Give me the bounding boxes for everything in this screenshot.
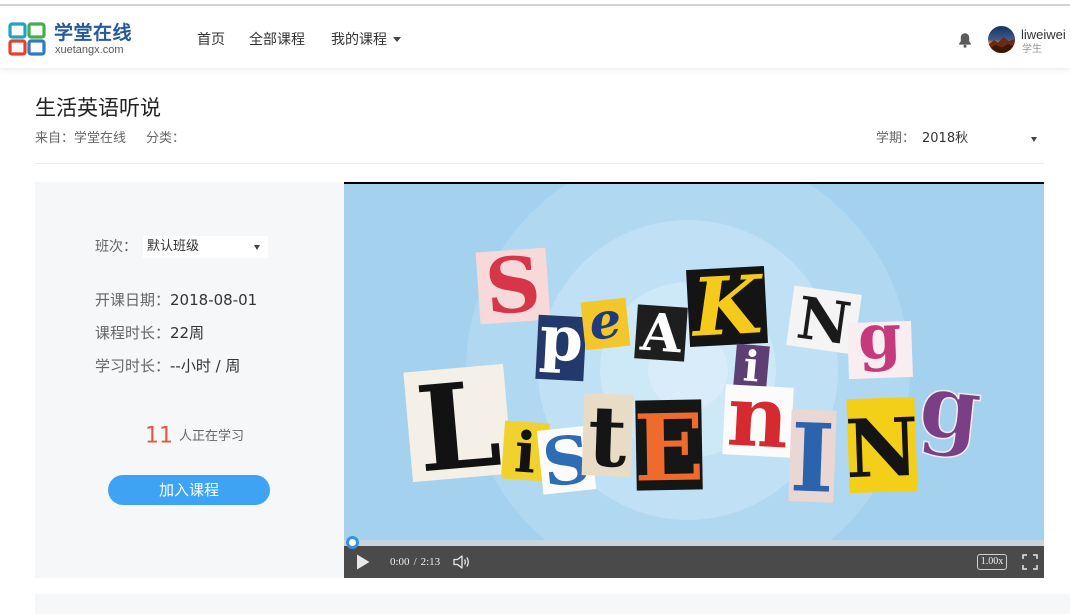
poster-letter-glyph: p — [538, 301, 585, 376]
enroll-panel: 班次： 默认班级 开课日期：2018-08-01 课程时长：22周 学习时长：-… — [35, 182, 344, 578]
course-page: 学堂在线 xuetangx.com 首页 全部课程 我的课程 liweiwei … — [0, 0, 1070, 614]
progress-knob[interactable] — [346, 536, 359, 549]
term-label: 学期： — [876, 131, 916, 146]
poster-letter-speaking-2: p — [535, 301, 587, 382]
poster-letter-glyph: t — [586, 386, 628, 486]
browser-top-rule — [0, 4, 1070, 6]
logo-square-top-right — [27, 22, 46, 39]
poster-letter-glyph: N — [844, 400, 920, 496]
poster-letter-glyph: L — [411, 354, 506, 500]
course-title: 生活英语听说 — [35, 96, 161, 120]
poster-letter-glyph: e — [586, 290, 624, 352]
poster-letter-glyph: E — [633, 393, 705, 502]
poster-letter-glyph: I — [788, 403, 836, 514]
logo-square-bottom-right — [27, 39, 46, 56]
course-source-label: 来自： — [35, 131, 75, 146]
poster-letter-listening-7: I — [788, 403, 837, 515]
duration-row: 课程时长：22周 — [95, 323, 204, 343]
caret-down-icon — [254, 245, 260, 250]
effort-value: --小时 / 周 — [170, 357, 241, 375]
logo-domain[interactable]: xuetangx.com — [55, 44, 123, 56]
poster-letter-glyph: S — [482, 239, 543, 332]
site-header: 学堂在线 xuetangx.com 首页 全部课程 我的课程 liweiwei … — [0, 8, 1070, 68]
class-select-value: 默认班级 — [147, 239, 200, 254]
start-date-row: 开课日期：2018-08-01 — [95, 290, 257, 310]
start-date-value: 2018-08-01 — [170, 291, 258, 309]
video-frame[interactable]: SpeAKiNgLiStEnINg — [344, 184, 1044, 540]
poster-letter-glyph: A — [638, 302, 684, 366]
poster-letter-speaking-3: e — [580, 290, 631, 352]
duration-value: 22周 — [170, 324, 205, 342]
playback-speed[interactable]: 1.00x — [977, 554, 1007, 570]
user-name[interactable]: liweiwei — [1021, 27, 1066, 43]
poster-letter-glyph: g — [915, 352, 987, 462]
play-icon[interactable] — [355, 553, 371, 571]
time-display: 0:00/2:13 — [390, 546, 444, 578]
nav-all-courses[interactable]: 全部课程 — [249, 30, 305, 50]
poster-letter-listening-8: N — [844, 396, 920, 496]
effort-label: 学习时长： — [95, 357, 171, 375]
course-source-value[interactable]: 学堂在线 — [74, 131, 126, 146]
nav-my-courses-label: 我的课程 — [331, 32, 387, 48]
poster-letter-listening-4: t — [581, 386, 634, 487]
user-role: 学生 — [1022, 44, 1042, 55]
volume-icon[interactable] — [452, 554, 472, 570]
video-player[interactable]: SpeAKiNgLiStEnINg 0:00/2:13 1.00x — [344, 182, 1044, 578]
learners-text: 人正在学习 — [179, 428, 245, 444]
nav-home[interactable]: 首页 — [197, 30, 225, 50]
video-controls: 0:00/2:13 1.00x — [344, 546, 1044, 578]
poster-letter-glyph: g — [857, 299, 903, 373]
class-label: 班次： — [95, 239, 137, 255]
course-category: 分类： — [146, 131, 185, 147]
avatar-mountain-image — [988, 37, 1015, 53]
poster-letter-listening-6: n — [722, 365, 794, 468]
join-course-button[interactable]: 加入课程 — [108, 475, 270, 505]
logo-square-bottom-left — [8, 39, 27, 56]
caret-down-icon — [1031, 137, 1037, 142]
poster-letter-listening-5: E — [633, 393, 705, 502]
caret-down-icon — [393, 36, 401, 42]
logo-name[interactable]: 学堂在线 — [54, 22, 132, 44]
poster-letter-glyph: K — [688, 257, 768, 355]
learners-count: 11 — [145, 423, 173, 449]
poster-letter-speaking-4: A — [634, 302, 688, 366]
logo-square-top-left — [8, 22, 27, 39]
current-time: 0:00 — [390, 556, 410, 568]
poster-letter-glyph: n — [725, 365, 791, 467]
class-select[interactable]: 默认班级 — [143, 236, 268, 258]
next-section-band — [35, 594, 1070, 614]
term-select-value: 2018秋 — [922, 131, 969, 146]
fullscreen-icon[interactable] — [1022, 554, 1038, 570]
course-category-label: 分类： — [146, 131, 186, 146]
start-date-label: 开课日期： — [95, 291, 171, 309]
total-time: 2:13 — [420, 556, 441, 568]
logo-squares-icon[interactable] — [8, 22, 46, 56]
effort-row: 学习时长：--小时 / 周 — [95, 356, 240, 376]
nav-my-courses[interactable]: 我的课程 — [331, 30, 401, 50]
course-source: 来自：学堂在线 — [35, 131, 126, 147]
bell-icon[interactable] — [958, 32, 972, 48]
learners-count-row: 11 人正在学习 — [145, 424, 244, 449]
poster-letter-listening-9: g — [914, 351, 988, 462]
time-separator: / — [413, 556, 417, 568]
term-select[interactable]: 2018秋 — [917, 128, 1044, 150]
avatar[interactable] — [988, 26, 1015, 53]
poster-letter-speaking-5: K — [686, 257, 768, 355]
poster-letter-glyph: N — [793, 284, 855, 359]
section-divider — [35, 163, 1044, 164]
video-poster: Sp e A KiN gL i St EnI Ng — [344, 184, 1044, 540]
poster-letter-listening-1: L — [403, 354, 513, 500]
duration-label: 课程时长： — [95, 324, 171, 342]
